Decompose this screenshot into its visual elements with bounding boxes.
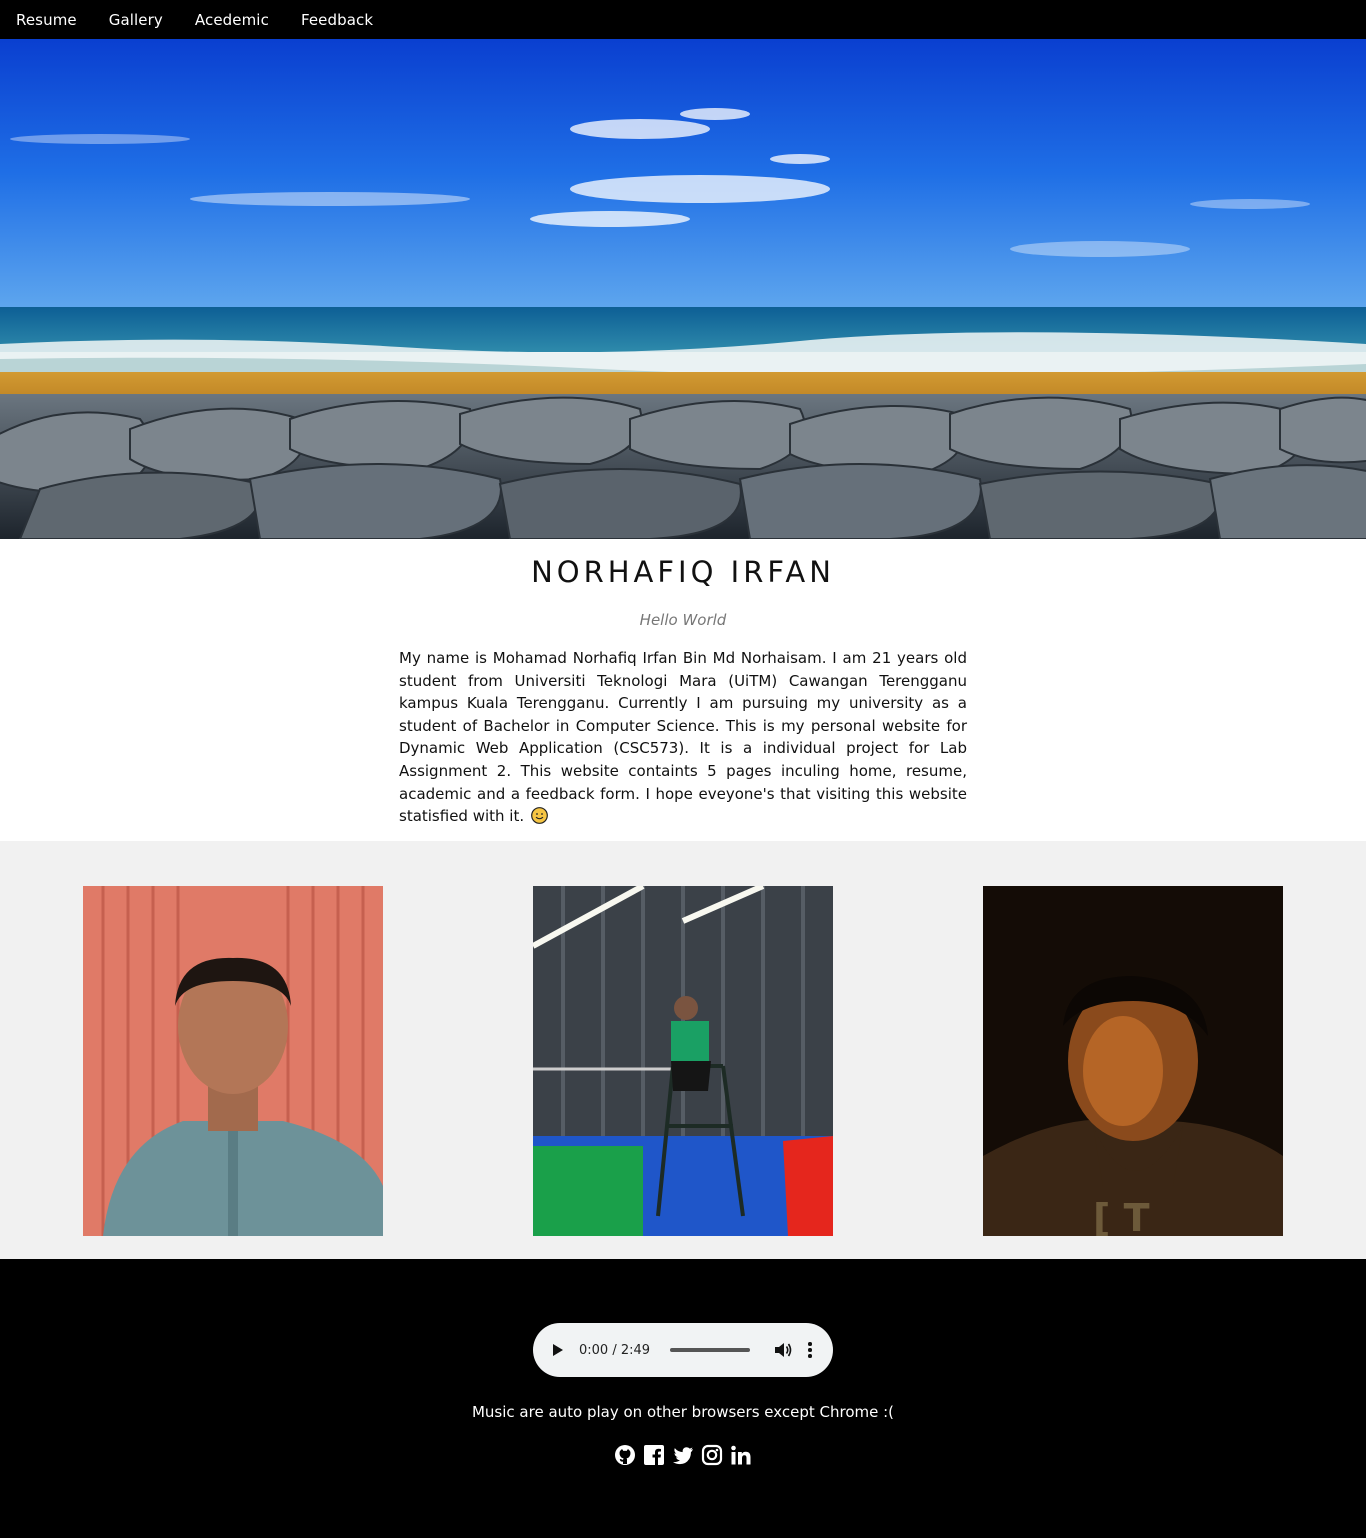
gallery-photo-3[interactable]: [ T	[983, 886, 1283, 1236]
instagram-icon[interactable]	[701, 1444, 723, 1466]
smile-emoji-icon	[531, 807, 548, 825]
more-options-icon[interactable]	[808, 1342, 812, 1358]
audio-player[interactable]: 0:00 / 2:49	[533, 1323, 833, 1377]
footer: 0:00 / 2:49 Music are auto play on other…	[0, 1259, 1366, 1538]
nav-link-gallery[interactable]: Gallery	[109, 11, 163, 29]
gallery-photo-1[interactable]	[83, 886, 383, 1236]
social-links	[0, 1444, 1366, 1466]
page-title: NORHAFIQ IRFAN	[531, 555, 835, 589]
top-navbar: Resume Gallery Acedemic Feedback	[0, 0, 1366, 39]
tagline: Hello World	[639, 611, 727, 629]
nav-link-academic[interactable]: Acedemic	[195, 11, 269, 29]
intro-section: NORHAFIQ IRFAN Hello World My name is Mo…	[0, 539, 1366, 841]
play-icon[interactable]	[553, 1344, 563, 1356]
bio-text: My name is Mohamad Norhafiq Irfan Bin Md…	[399, 647, 967, 828]
twitter-icon[interactable]	[672, 1444, 694, 1466]
linkedin-icon[interactable]	[730, 1444, 752, 1466]
hero-beach-image	[0, 39, 1366, 539]
gallery-photo-2[interactable]	[533, 886, 833, 1236]
bio-paragraph: My name is Mohamad Norhafiq Irfan Bin Md…	[399, 649, 967, 826]
nav-link-resume[interactable]: Resume	[16, 11, 77, 29]
volume-icon[interactable]	[774, 1342, 792, 1358]
facebook-icon[interactable]	[643, 1444, 665, 1466]
music-note-text: Music are auto play on other browsers ex…	[471, 1403, 895, 1421]
github-icon[interactable]	[614, 1444, 636, 1466]
svg-text:[ T: [ T	[1093, 1196, 1150, 1236]
nav-link-feedback[interactable]: Feedback	[301, 11, 373, 29]
audio-progress-slider[interactable]	[670, 1348, 751, 1352]
audio-time: 0:00 / 2:49	[579, 1342, 651, 1358]
photo-gallery: [ T	[0, 841, 1366, 1259]
